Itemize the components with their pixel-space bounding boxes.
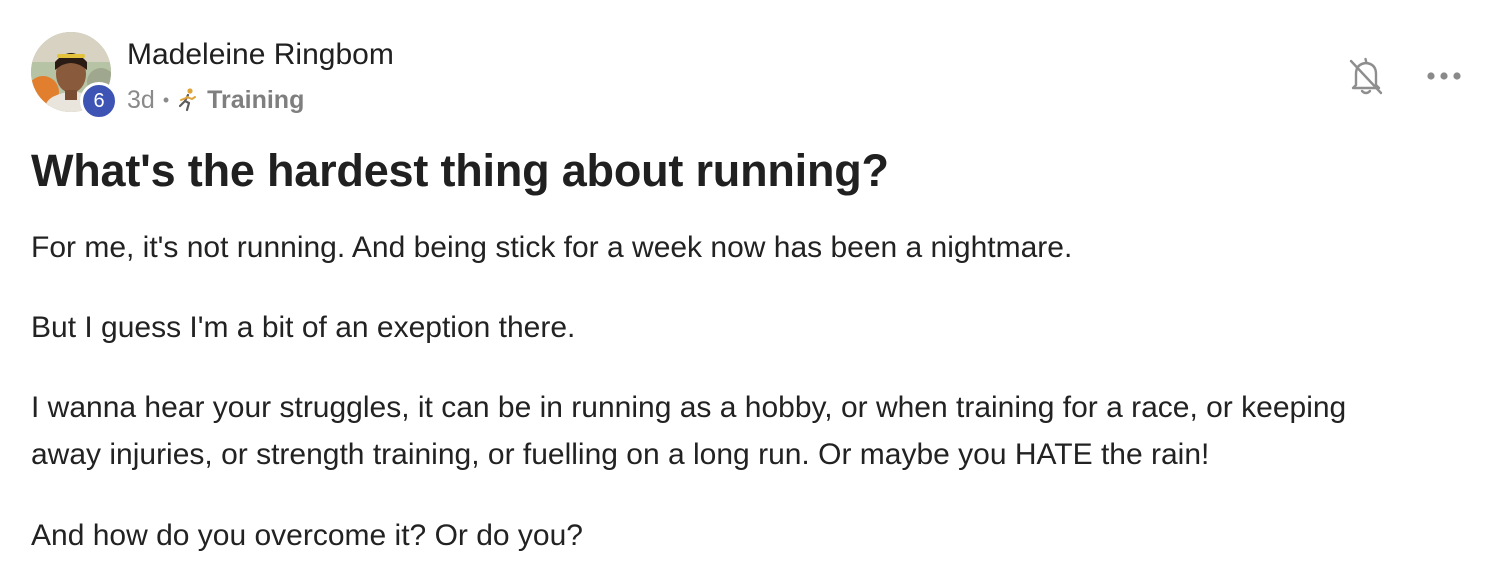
category-link[interactable]: Training [207,86,304,115]
paragraph-line: away injuries, or strength training, or … [31,438,1210,471]
post-paragraph: But I guess I'm a bit of an exeption the… [31,304,1451,351]
paragraph-line: For me, it's not running. And being stic… [31,231,1073,264]
author-avatar-container[interactable]: 6 [31,32,118,120]
author-name[interactable]: Madeleine Ringbom [127,38,394,72]
level-badge: 6 [80,82,118,120]
bell-off-icon[interactable] [1346,55,1386,97]
paragraph-line: But I guess I'm a bit of an exeption the… [31,311,576,344]
paragraph-line: I wanna hear your struggles, it can be i… [31,391,1347,424]
post-meta: 3d • Training [127,84,304,116]
post-paragraph: And how do you overcome it? Or do you? [31,512,1451,559]
post-title: What's the hardest thing about running? [31,145,889,196]
post-paragraph: I wanna hear your struggles, it can be i… [31,384,1451,478]
running-person-icon [175,87,201,113]
paragraph-line: And how do you overcome it? Or do you? [31,519,583,552]
more-horizontal-icon[interactable] [1424,62,1464,90]
post-card: 6 Madeleine Ringbom 3d • Training What's… [0,0,1492,570]
post-time: 3d [127,85,155,114]
post-paragraph: For me, it's not running. And being stic… [31,224,1451,271]
meta-separator: • [162,89,170,110]
